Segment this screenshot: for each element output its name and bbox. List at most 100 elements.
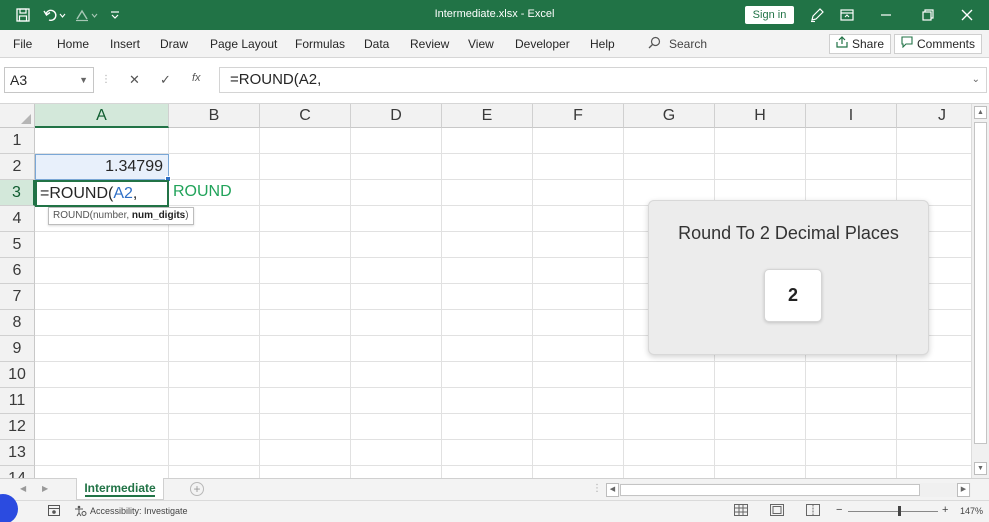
card-title: Round To 2 Decimal Places bbox=[678, 223, 899, 243]
row-header-9[interactable]: 9 bbox=[0, 336, 35, 362]
scroll-left-icon[interactable]: ◀ bbox=[606, 483, 619, 497]
cell-a2[interactable]: 1.34799 bbox=[35, 154, 169, 180]
formula-prefix: =ROUND( bbox=[40, 185, 114, 202]
tab-home[interactable]: Home bbox=[57, 37, 89, 51]
insert-function-icon[interactable]: fx bbox=[192, 72, 201, 84]
tab-data[interactable]: Data bbox=[364, 37, 389, 51]
enter-icon[interactable]: ✓ bbox=[160, 72, 171, 88]
formula-input[interactable]: =ROUND(A2, ⌄ bbox=[219, 67, 987, 93]
select-all-corner[interactable] bbox=[0, 104, 35, 128]
formula-suffix: , bbox=[132, 185, 138, 202]
autosum-icon[interactable] bbox=[74, 6, 100, 24]
gridline bbox=[35, 387, 971, 388]
scroll-right-icon[interactable]: ▶ bbox=[957, 483, 970, 497]
customize-icon[interactable] bbox=[108, 6, 122, 24]
chevron-down-icon[interactable]: ▼ bbox=[79, 68, 88, 92]
row-header-11[interactable]: 11 bbox=[0, 388, 35, 414]
tab-review[interactable]: Review bbox=[410, 37, 449, 51]
macro-record-icon[interactable] bbox=[48, 505, 60, 518]
comments-label: Comments bbox=[917, 37, 976, 51]
page-break-view-icon[interactable] bbox=[806, 504, 820, 518]
share-icon bbox=[836, 35, 848, 53]
tab-insert[interactable]: Insert bbox=[110, 37, 140, 51]
share-button[interactable]: Share bbox=[829, 34, 892, 54]
row-header-8[interactable]: 8 bbox=[0, 310, 35, 336]
row-header-1[interactable]: 1 bbox=[0, 128, 35, 154]
row-header-6[interactable]: 6 bbox=[0, 258, 35, 284]
tab-split-handle[interactable]: ⋮ bbox=[592, 483, 602, 494]
gridline bbox=[35, 179, 971, 180]
tab-developer[interactable]: Developer bbox=[515, 37, 570, 51]
maximize-icon[interactable] bbox=[908, 0, 948, 30]
accessibility-status[interactable]: Accessibility: Investigate bbox=[90, 506, 188, 516]
sheet-tab-bar: ◀ ▶ Intermediate + ⋮ ◀ ▶ bbox=[0, 478, 989, 500]
function-syntax-tooltip[interactable]: ROUND(number, num_digits) bbox=[48, 207, 194, 225]
column-header-g[interactable]: G bbox=[624, 104, 715, 128]
minimize-icon[interactable] bbox=[866, 0, 906, 30]
normal-view-icon[interactable] bbox=[734, 504, 748, 518]
page-layout-view-icon[interactable] bbox=[770, 504, 784, 518]
column-header-j[interactable]: J bbox=[897, 104, 971, 128]
vertical-scroll-thumb[interactable] bbox=[974, 122, 987, 444]
zoom-level[interactable]: 147% bbox=[960, 506, 983, 516]
zoom-in-icon[interactable]: + bbox=[942, 504, 948, 516]
formula-text: =ROUND(A2, bbox=[230, 71, 322, 88]
row-header-13[interactable]: 13 bbox=[0, 440, 35, 466]
share-label: Share bbox=[852, 37, 885, 51]
tab-formulas[interactable]: Formulas bbox=[295, 37, 345, 51]
column-header-f[interactable]: F bbox=[533, 104, 624, 128]
formula-bar: A3 ▼ ⋮ ✕ ✓ fx =ROUND(A2, ⌄ bbox=[0, 58, 989, 104]
column-header-h[interactable]: H bbox=[715, 104, 806, 128]
horizontal-scroll-thumb[interactable] bbox=[620, 484, 920, 496]
next-sheet-icon[interactable]: ▶ bbox=[42, 484, 48, 493]
column-header-d[interactable]: D bbox=[351, 104, 442, 128]
column-header-e[interactable]: E bbox=[442, 104, 533, 128]
row-header-2[interactable]: 2 bbox=[0, 154, 35, 180]
row-header-10[interactable]: 10 bbox=[0, 362, 35, 388]
cancel-icon[interactable]: ✕ bbox=[129, 72, 140, 88]
resize-handle[interactable]: ⋮ bbox=[101, 74, 111, 85]
horizontal-scrollbar[interactable]: ◀ ▶ bbox=[606, 483, 971, 497]
expand-formula-icon[interactable]: ⌄ bbox=[972, 68, 980, 92]
zoom-slider-track[interactable] bbox=[848, 511, 938, 512]
name-box-value: A3 bbox=[10, 72, 28, 88]
gridline bbox=[350, 128, 351, 478]
comment-icon bbox=[901, 35, 913, 53]
sheet-tab-intermediate[interactable]: Intermediate bbox=[76, 478, 164, 500]
add-sheet-icon[interactable]: + bbox=[190, 482, 204, 496]
restore-ribbon-icon[interactable] bbox=[827, 0, 867, 30]
comments-button[interactable]: Comments bbox=[894, 34, 983, 54]
tab-file[interactable]: File bbox=[13, 37, 32, 51]
save-icon[interactable] bbox=[14, 6, 32, 24]
row-header-5[interactable]: 5 bbox=[0, 232, 35, 258]
tab-help[interactable]: Help bbox=[590, 37, 615, 51]
tab-view[interactable]: View bbox=[468, 37, 494, 51]
prev-sheet-icon[interactable]: ◀ bbox=[20, 484, 26, 493]
name-box[interactable]: A3 ▼ bbox=[4, 67, 94, 93]
tab-draw[interactable]: Draw bbox=[160, 37, 188, 51]
row-header-12[interactable]: 12 bbox=[0, 414, 35, 440]
row-header-4[interactable]: 4 bbox=[0, 206, 35, 232]
tab-page-layout[interactable]: Page Layout bbox=[210, 37, 277, 51]
undo-icon[interactable] bbox=[42, 6, 68, 24]
search-box[interactable]: Search bbox=[648, 36, 707, 52]
zoom-out-icon[interactable]: − bbox=[836, 504, 842, 516]
accessibility-icon[interactable] bbox=[74, 505, 87, 519]
row-header-14[interactable]: 14 bbox=[0, 466, 35, 478]
column-header-a[interactable]: A bbox=[35, 104, 169, 128]
zoom-slider-knob[interactable] bbox=[898, 506, 901, 516]
gridline bbox=[35, 465, 971, 466]
scroll-up-icon[interactable]: ▲ bbox=[974, 106, 987, 119]
title-bar: Intermediate.xlsx - Excel Sign in bbox=[0, 0, 989, 30]
column-header-b[interactable]: B bbox=[169, 104, 260, 128]
column-header-i[interactable]: I bbox=[806, 104, 897, 128]
cell-a3-editing[interactable]: =ROUND(A2, bbox=[35, 180, 169, 207]
row-header-7[interactable]: 7 bbox=[0, 284, 35, 310]
row-header-3[interactable]: 3 bbox=[0, 180, 35, 206]
sign-in-button[interactable]: Sign in bbox=[745, 6, 794, 24]
column-header-c[interactable]: C bbox=[260, 104, 351, 128]
formula-reference: A2 bbox=[113, 185, 133, 202]
vertical-scrollbar[interactable]: ▲ ▼ bbox=[971, 104, 989, 478]
close-icon[interactable] bbox=[947, 0, 987, 30]
scroll-down-icon[interactable]: ▼ bbox=[974, 462, 987, 475]
